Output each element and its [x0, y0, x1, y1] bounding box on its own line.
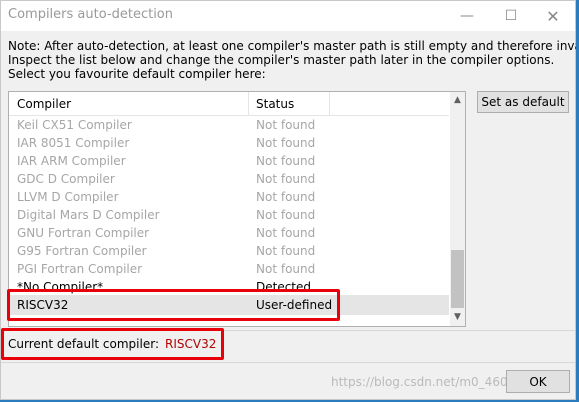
window-title: Compilers auto-detection — [8, 7, 174, 22]
list-item[interactable]: Digital Mars D Compiler Not found — [9, 207, 449, 225]
maximize-icon[interactable]: ☐ — [491, 1, 531, 31]
compiler-status: Not found — [256, 136, 316, 150]
auto-detection-note: Note: After auto-detection, at least one… — [8, 39, 579, 81]
highlight-box-selected-row — [7, 289, 340, 321]
list-item[interactable]: PGI Fortran Compiler Not found — [9, 261, 449, 279]
ok-button[interactable]: OK — [506, 370, 570, 393]
compiler-name: GNU Fortran Compiler — [17, 226, 150, 240]
scroll-up-icon[interactable]: ▲ — [450, 92, 465, 109]
compiler-name: IAR ARM Compiler — [17, 154, 126, 168]
list-item[interactable]: GNU Fortran Compiler Not found — [9, 225, 449, 243]
compiler-status: Not found — [256, 190, 316, 204]
note-line: Inspect the list below and change the co… — [8, 53, 555, 67]
list-item[interactable]: Keil CX51 Compiler Not found — [9, 117, 449, 135]
minimize-icon[interactable]: — — [447, 1, 487, 31]
highlight-box-current-default — [1, 328, 224, 360]
compiler-name: IAR 8051 Compiler — [17, 136, 130, 150]
scrollbar-thumb[interactable] — [451, 250, 464, 308]
compiler-name: Digital Mars D Compiler — [17, 208, 160, 222]
set-as-default-button[interactable]: Set as default — [477, 91, 569, 113]
scroll-down-icon[interactable]: ▼ — [450, 309, 465, 326]
title-bar: Compilers auto-detection — ☐ ✕ — [1, 1, 575, 31]
compiler-status: Not found — [256, 262, 316, 276]
compiler-status: Not found — [256, 244, 316, 258]
compiler-name: PGI Fortran Compiler — [17, 262, 143, 276]
list-item[interactable]: G95 Fortran Compiler Not found — [9, 243, 449, 261]
compiler-status: Not found — [256, 172, 316, 186]
column-divider[interactable] — [248, 92, 249, 116]
compiler-name: G95 Fortran Compiler — [17, 244, 147, 258]
list-header: Compiler Status — [9, 92, 449, 116]
divider — [1, 362, 575, 363]
column-header-compiler[interactable]: Compiler — [17, 97, 71, 111]
list-item[interactable]: IAR 8051 Compiler Not found — [9, 135, 449, 153]
vertical-scrollbar[interactable]: ▲ ▼ — [450, 92, 465, 326]
list-item[interactable]: LLVM D Compiler Not found — [9, 189, 449, 207]
list-item[interactable]: IAR ARM Compiler Not found — [9, 153, 449, 171]
compiler-name: LLVM D Compiler — [17, 190, 119, 204]
list-item[interactable]: GDC D Compiler Not found — [9, 171, 449, 189]
compiler-name: GDC D Compiler — [17, 172, 115, 186]
compiler-name: Keil CX51 Compiler — [17, 118, 132, 132]
note-line: Note: After auto-detection, at least one… — [8, 39, 579, 53]
compiler-status: Not found — [256, 208, 316, 222]
column-header-status[interactable]: Status — [256, 97, 294, 111]
compiler-status: Not found — [256, 118, 316, 132]
compiler-status: Not found — [256, 154, 316, 168]
column-divider[interactable] — [329, 92, 330, 116]
note-line: Select you favourite default compiler he… — [8, 67, 266, 81]
compiler-status: Not found — [256, 226, 316, 240]
close-icon[interactable]: ✕ — [533, 1, 573, 31]
